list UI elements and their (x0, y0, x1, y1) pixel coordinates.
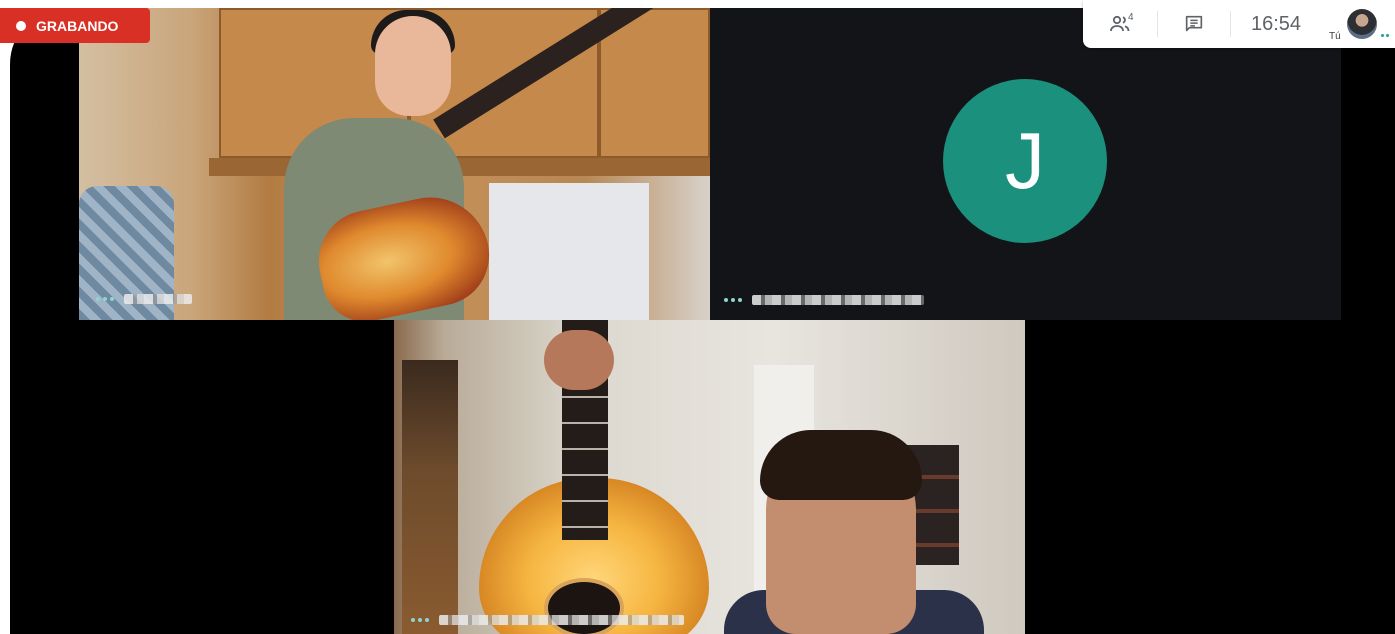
audio-level-icon (96, 297, 114, 301)
participant-name-label (724, 295, 924, 305)
video-scene (489, 183, 649, 320)
participant-video (375, 16, 451, 116)
recording-badge: GRABANDO (0, 8, 150, 43)
participant-name-label (411, 615, 684, 625)
meeting-clock: 16:54 (1250, 12, 1302, 35)
participant-tile-2[interactable]: J (710, 8, 1341, 320)
self-view-thumbnail[interactable]: Tú (1321, 0, 1395, 48)
record-dot-icon (16, 20, 26, 31)
audio-level-icon (724, 298, 742, 302)
chat-button[interactable] (1157, 11, 1231, 37)
more-options-icon[interactable] (1381, 34, 1389, 37)
chat-icon (1185, 15, 1203, 32)
blurred-participant-name (752, 295, 924, 305)
participant-tile-3[interactable] (394, 320, 1025, 634)
meeting-stage: J (10, 8, 1395, 634)
participant-avatar: J (943, 79, 1107, 243)
participant-video (760, 430, 922, 500)
participant-tile-1[interactable] (79, 8, 710, 320)
blurred-participant-name (124, 294, 192, 304)
people-count: 4 (1128, 12, 1134, 23)
meeting-top-bar: 4 16:54 Tú (1083, 0, 1395, 48)
audio-level-icon (411, 618, 429, 622)
participant-video (544, 330, 614, 390)
blurred-participant-name (439, 615, 684, 625)
participant-name-label (96, 294, 192, 304)
video-scene (402, 360, 458, 634)
self-avatar (1347, 9, 1377, 39)
participant-video (544, 578, 624, 634)
people-button[interactable]: 4 (1083, 0, 1157, 48)
self-label: Tú (1329, 31, 1341, 42)
recording-label: GRABANDO (36, 17, 119, 34)
